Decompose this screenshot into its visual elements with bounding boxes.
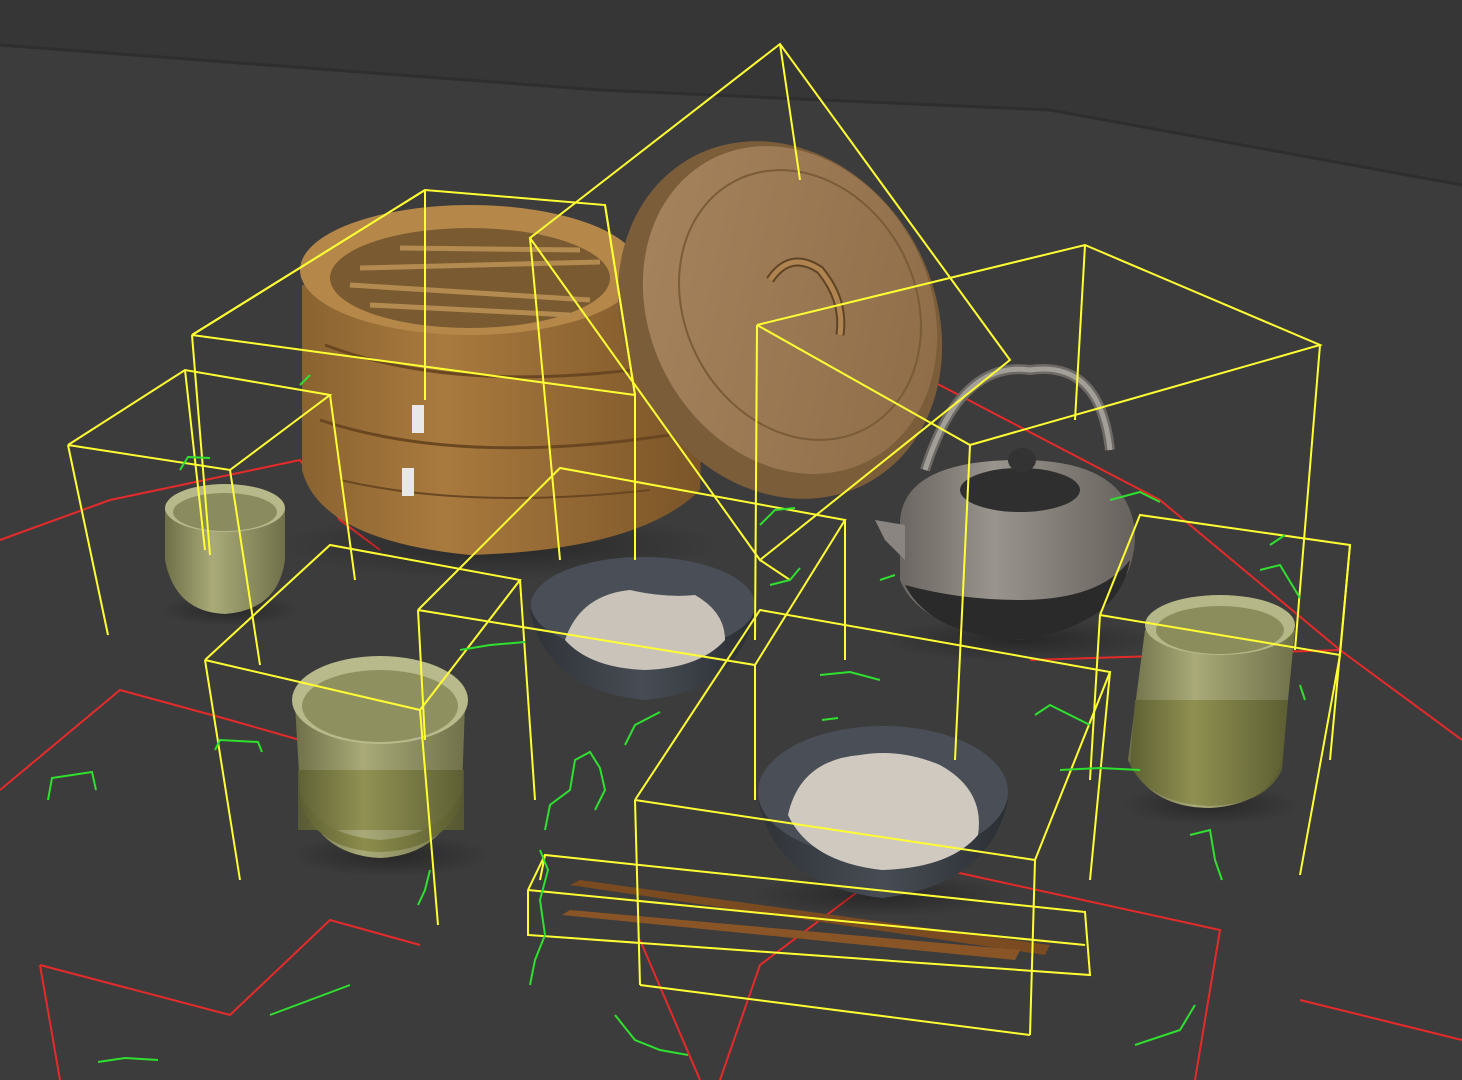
scene-canvas[interactable] — [0, 0, 1462, 1080]
tea-cup-small[interactable] — [165, 484, 285, 614]
3d-viewport[interactable] — [0, 0, 1462, 1080]
rice-bowl-back[interactable] — [530, 557, 755, 700]
rice-bowl-front[interactable] — [758, 726, 1008, 898]
tea-cup-right[interactable] — [1128, 595, 1295, 808]
